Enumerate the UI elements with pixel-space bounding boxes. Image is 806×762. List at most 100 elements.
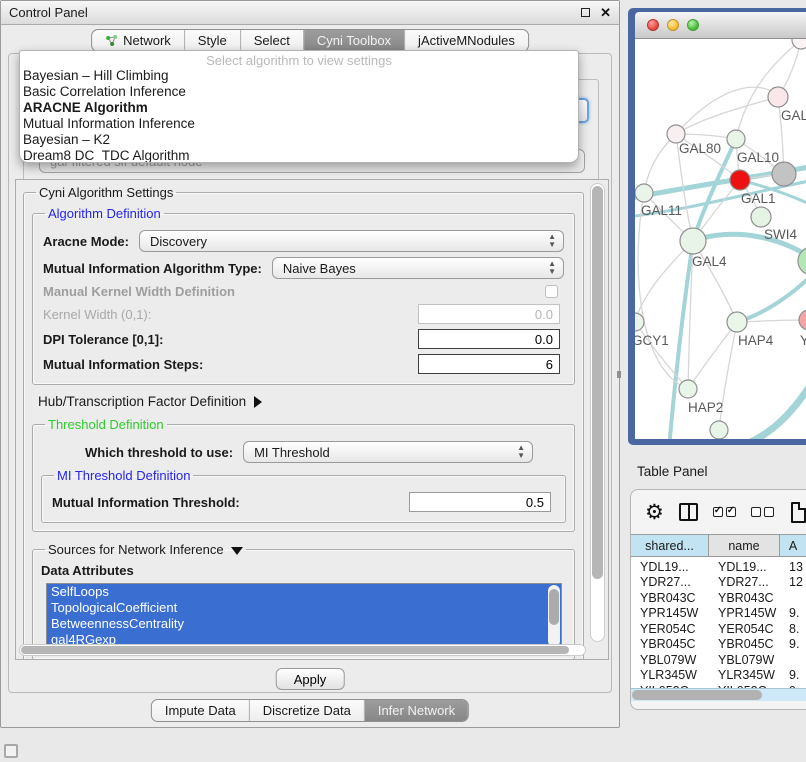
mi-threshold-field[interactable]: 0.5 [409,492,551,512]
tab-jactivemnodules[interactable]: jActiveMNodules [404,30,528,51]
network-node-label: GAL80 [679,141,721,156]
network-node[interactable] [679,380,697,398]
network-node[interactable] [772,162,796,186]
attribute-item[interactable]: TopologicalCoefficient [47,600,561,616]
network-node-label: GAL11 [641,203,682,218]
kernel-width-field[interactable]: 0.0 [418,304,560,324]
table-row[interactable]: YBL079WYBL079W [631,652,806,668]
list-scrollbar-thumb[interactable] [549,589,559,625]
table-cell[interactable]: YLR345W [631,668,709,682]
table-cell[interactable]: 9. [780,637,806,651]
table-cell[interactable]: YDL19... [709,560,780,574]
group-title: Threshold Definition [45,417,167,432]
select-all-checkboxes-icon[interactable] [713,507,736,517]
network-node[interactable] [792,39,806,49]
collapsed-arrow-icon[interactable] [254,396,262,408]
window-zoom-button[interactable] [687,19,699,31]
table-row[interactable]: YBR043CYBR043C [631,590,806,606]
table-cell[interactable]: 12 [780,575,806,589]
tab-infer-network[interactable]: Infer Network [364,700,468,721]
deselect-all-checkboxes-icon[interactable] [751,507,774,517]
expanded-arrow-icon[interactable] [231,547,243,555]
attribute-item[interactable]: SelfLoops [47,584,561,600]
table-cell[interactable]: YPR145W [631,606,709,620]
table-cell[interactable]: YDL19... [631,560,709,574]
network-node[interactable] [751,207,771,227]
algorithm-option[interactable]: Bayesian – K2 [20,132,578,148]
control-panel-window: Control Panel ✕ Network Style Select Cyn… [0,0,620,728]
network-node[interactable] [768,87,788,107]
algorithm-option[interactable]: Bayesian – Hill Climbing [20,68,578,84]
network-node[interactable] [730,170,750,190]
settings-vscroll-thumb[interactable] [592,186,603,579]
panel-splitter-handle[interactable] [617,371,621,378]
table-cell[interactable]: YPR145W [709,606,780,620]
tab-impute-data[interactable]: Impute Data [152,700,249,721]
manual-kernel-width-checkbox[interactable] [545,285,558,298]
table-cell[interactable]: 13 [780,560,806,574]
table-cell[interactable]: 9. [780,606,806,620]
network-node-label: HAP2 [688,400,723,415]
float-icon[interactable] [581,8,590,17]
window-close-button[interactable] [647,19,659,31]
window-minimize-button[interactable] [667,19,679,31]
dpi-tolerance-field[interactable]: 0.0 [418,329,560,349]
mi-algorithm-type-combo[interactable]: Naive Bayes ▲▼ [272,257,564,279]
settings-hscroll-thumb[interactable] [21,646,569,654]
table-cell[interactable]: YBR043C [631,591,709,605]
close-icon[interactable]: ✕ [600,5,611,21]
table-row[interactable]: YDR27...YDR27...12 [631,575,806,591]
tab-discretize-data[interactable]: Discretize Data [249,700,364,721]
bottom-tab-bar: Impute Data Discretize Data Infer Networ… [151,699,469,722]
network-node[interactable] [799,310,806,330]
table-cell[interactable]: YDR27... [631,575,709,589]
table-cell[interactable]: YBR045C [709,637,780,651]
attribute-item[interactable]: BetweennessCentrality [47,616,561,632]
network-canvas[interactable]: GALGAL80GAL10GAL1GAL11SWI4GAL4GCY1HAP4YH… [635,39,806,439]
table-row[interactable]: YBR045CYBR045C9. [631,637,806,653]
column-header-partial[interactable]: A [780,535,806,556]
aracne-mode-combo[interactable]: Discovery ▲▼ [139,230,564,252]
table-cell[interactable]: YBR043C [709,591,780,605]
network-node[interactable] [727,130,745,148]
table-cell[interactable]: YLR345W [709,668,780,682]
network-node-label: GAL [781,108,806,123]
column-header-name[interactable]: name [709,535,780,556]
tab-select[interactable]: Select [240,30,303,51]
network-node[interactable] [680,228,706,254]
table-hscroll-thumb[interactable] [632,690,762,700]
mi-steps-field[interactable]: 6 [418,354,560,374]
network-node[interactable] [727,312,747,332]
document-icon[interactable] [791,502,806,523]
table-row[interactable]: YER054CYER054C8. [631,621,806,637]
table-row[interactable]: YPR145WYPR145W9. [631,606,806,622]
group-title: Sources for Network Inference [45,542,246,557]
table-cell[interactable]: YBL079W [709,653,780,667]
algorithm-option[interactable]: Dream8 DC_TDC Algorithm [20,148,578,163]
network-node-label: GAL1 [741,191,776,206]
network-node[interactable] [635,184,653,202]
minimized-panel-icon[interactable] [4,744,18,758]
table-row[interactable]: YLR345WYLR345W9. [631,668,806,684]
table-cell[interactable]: YBR045C [631,637,709,651]
table-cell[interactable]: 9. [780,668,806,682]
split-columns-icon[interactable] [679,503,698,521]
table-cell[interactable]: YDR27... [709,575,780,589]
table-cell[interactable]: YER054C [709,622,780,636]
table-cell[interactable]: 8. [780,622,806,636]
tab-style[interactable]: Style [184,30,240,51]
which-threshold-combo[interactable]: MI Threshold ▲▼ [243,441,533,463]
tab-network[interactable]: Network [92,30,184,51]
algorithm-option[interactable]: Basic Correlation Inference [20,84,578,100]
column-header-shared[interactable]: shared... [631,535,709,556]
algorithm-option[interactable]: Mutual Information Inference [20,116,578,132]
table-row[interactable]: YDL19...YDL19...13 [631,559,806,575]
apply-button[interactable]: Apply [276,668,345,690]
gear-icon[interactable]: ⚙ [645,502,664,523]
table-cell[interactable]: YBL079W [631,653,709,667]
table-cell[interactable]: YER054C [631,622,709,636]
algorithm-option-selected[interactable]: ARACNE Algorithm [20,100,578,116]
hub-definition-expander[interactable]: Hub/Transcription Factor Definition [38,394,573,409]
tab-cyni-toolbox[interactable]: Cyni Toolbox [303,30,404,51]
network-node[interactable] [710,421,728,439]
